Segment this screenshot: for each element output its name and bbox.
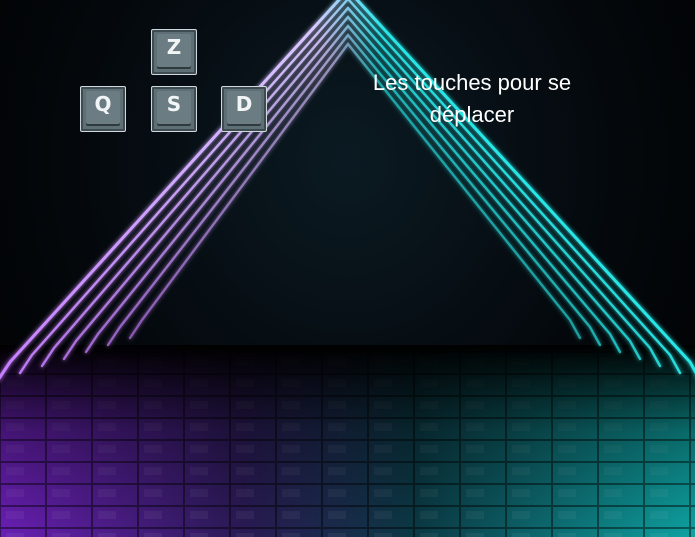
key-d: D	[221, 86, 267, 132]
key-q-label: Q	[94, 92, 112, 116]
key-s: S	[151, 86, 197, 132]
neon-arches	[0, 0, 695, 380]
key-q: Q	[80, 86, 126, 132]
floor-fade	[0, 345, 695, 537]
key-d-label: D	[235, 92, 253, 116]
key-z: Z	[151, 29, 197, 75]
neon-arch-line	[0, 0, 695, 380]
controls-hint: Les touches pour se déplacer	[372, 70, 572, 127]
key-z-label: Z	[166, 35, 182, 59]
key-s-label: S	[166, 92, 182, 116]
game-screen: Z Q S D Les touches pour se déplacer	[0, 0, 695, 537]
neon-arch-line	[40, 6, 662, 368]
